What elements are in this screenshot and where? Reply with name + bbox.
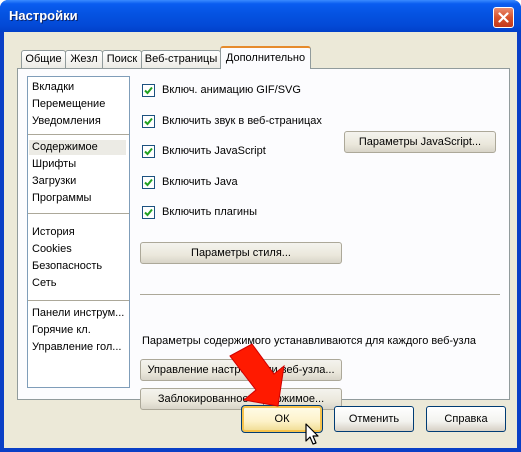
checkbox[interactable] [142,144,155,158]
sidebar-item-cookies[interactable]: Cookies [32,242,72,257]
checkmark-icon [144,147,153,155]
option-javascript[interactable]: Включить JavaScript [142,143,266,159]
sidebar-item-shortcuts[interactable]: Горячие кл. [32,323,91,338]
checkbox[interactable] [142,83,155,97]
sidebar-item-history[interactable]: История [32,225,75,240]
sidebar-item-tabs[interactable]: Вкладки [32,80,74,95]
tab-general[interactable]: Общие [21,50,66,68]
option-label: Включить звук в веб-страницах [162,115,322,127]
window-title: Настройки [9,8,78,23]
sidebar-item-security[interactable]: Безопасность [32,259,102,274]
red-arrow-annotation [229,343,285,407]
option-label: Включить Java [162,176,238,188]
sidebar-item-programs[interactable]: Программы [32,191,91,206]
sidebar-item-navigation[interactable]: Перемещение [32,97,105,112]
sidebar-separator [28,300,129,301]
close-button[interactable] [493,7,514,28]
option-label: Включить плагины [162,206,258,218]
tab-advanced[interactable]: Дополнительно [220,46,311,69]
tab-search[interactable]: Поиск [102,50,142,68]
option-java[interactable]: Включить Java [142,174,238,190]
sidebar-item-downloads[interactable]: Загрузки [32,174,76,189]
sidebar-item-fonts[interactable]: Шрифты [32,157,76,172]
title-bar[interactable]: Настройки [0,0,521,32]
option-gif-animation[interactable]: Включ. анимацию GIF/SVG [142,82,301,98]
checkmark-icon [144,208,153,216]
tab-wand[interactable]: Жезл [65,50,103,68]
sidebar-item-network[interactable]: Сеть [32,276,56,291]
help-button[interactable]: Справка [426,406,506,432]
sidebar-item-notifications[interactable]: Уведомления [32,114,101,129]
checkmark-icon [144,86,153,94]
option-page-sounds[interactable]: Включить звук в веб-страницах [142,113,322,129]
section-divider [140,294,500,295]
option-plugins[interactable]: Включить плагины [142,204,257,220]
sidebar-separator [28,213,129,214]
checkmark-icon [144,178,153,186]
style-settings-button[interactable]: Параметры стиля... [140,242,342,264]
checkbox[interactable] [142,205,155,219]
sidebar-item-voice-control[interactable]: Управление гол... [32,340,121,355]
category-list[interactable]: Вкладки Перемещение Уведомления Содержим… [27,76,130,388]
tab-web-pages[interactable]: Веб-страницы [141,50,221,68]
checkbox[interactable] [142,114,155,128]
mouse-cursor-icon [305,423,319,445]
option-label: Включ. анимацию GIF/SVG [162,84,301,96]
sidebar-item-content[interactable]: Содержимое [29,140,126,155]
checkmark-icon [144,117,153,125]
close-icon [498,12,509,23]
checkbox[interactable] [142,175,155,189]
sidebar-separator [28,134,129,135]
option-label: Включить JavaScript [162,145,266,157]
sidebar-item-toolbars[interactable]: Панели инструм... [32,306,124,321]
javascript-settings-button[interactable]: Параметры JavaScript... [344,131,496,153]
cancel-button[interactable]: Отменить [334,406,414,432]
